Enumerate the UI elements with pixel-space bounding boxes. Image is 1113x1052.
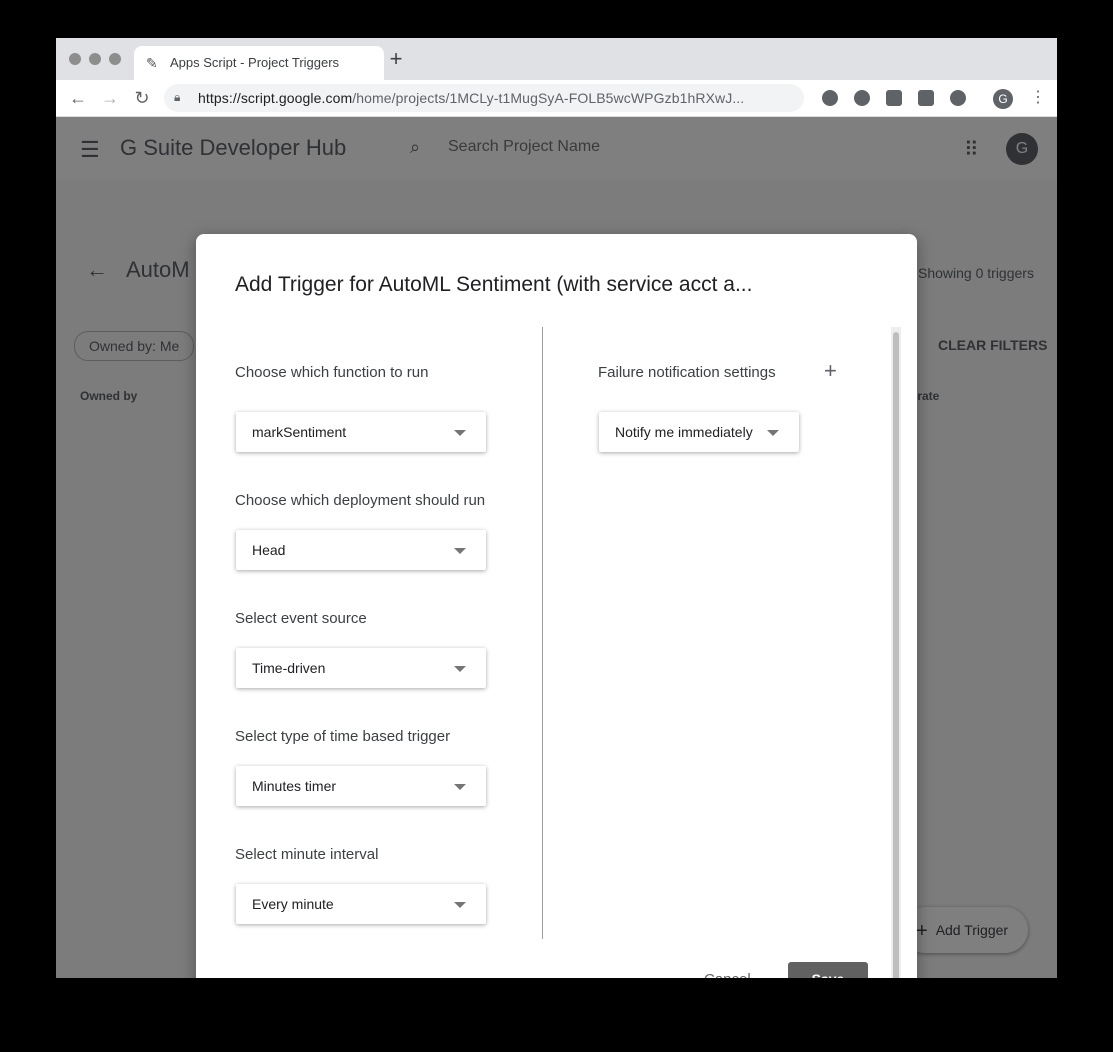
lock-icon: 🔒︎	[174, 90, 181, 104]
profile-avatar[interactable]: G	[993, 89, 1013, 109]
event-source-label: Select event source	[235, 610, 367, 627]
time-trigger-type-select[interactable]: Minutes timer	[236, 766, 486, 806]
tab-strip: ✎ Apps Script - Project Triggers +	[56, 38, 1057, 80]
reload-icon[interactable]: ↻	[130, 87, 154, 109]
caret-down-icon	[767, 430, 779, 436]
column-divider	[542, 327, 543, 939]
back-icon[interactable]: ←	[66, 87, 90, 109]
deployment-label: Choose which deployment should run	[235, 492, 486, 509]
deployment-select-value: Head	[252, 542, 286, 558]
url-text: https://script.google.com/home/projects/…	[198, 90, 745, 106]
tab-title: Apps Script - Project Triggers	[170, 55, 340, 70]
minute-interval-select[interactable]: Every minute	[236, 884, 486, 924]
cancel-button[interactable]: Cancel	[694, 962, 761, 978]
time-trigger-type-select-value: Minutes timer	[252, 778, 337, 794]
plus-icon[interactable]: +	[824, 358, 837, 384]
caret-down-icon	[454, 784, 466, 790]
failure-notification-select-value: Notify me immediately	[615, 424, 753, 440]
forward-icon[interactable]: →	[98, 87, 122, 109]
caret-down-icon	[454, 666, 466, 672]
extension-icon[interactable]	[918, 90, 934, 106]
function-label: Choose which function to run	[235, 364, 429, 381]
minute-interval-label: Select minute interval	[235, 846, 379, 863]
deployment-select[interactable]: Head	[236, 530, 486, 570]
caret-down-icon	[454, 430, 466, 436]
function-select-value: markSentiment	[252, 424, 347, 440]
minute-interval-select-value: Every minute	[252, 896, 334, 912]
event-source-select[interactable]: Time-driven	[236, 648, 486, 688]
close-window-button[interactable]	[69, 53, 81, 65]
dialog-title: Add Trigger for AutoML Sentiment (with s…	[235, 273, 753, 296]
save-button[interactable]: Save	[788, 962, 868, 978]
time-trigger-type-label: Select type of time based trigger	[235, 728, 451, 745]
minimize-window-button[interactable]	[89, 53, 101, 65]
scrollbar-thumb[interactable]	[893, 332, 899, 978]
page: ☰ G Suite Developer Hub ⌕ ⠿ G ← AutoM Sh…	[56, 117, 1057, 978]
caret-down-icon	[454, 548, 466, 554]
browser-tab[interactable]: ✎ Apps Script - Project Triggers	[134, 46, 384, 80]
zoom-window-button[interactable]	[109, 53, 121, 65]
shield-extension-icon[interactable]	[854, 90, 870, 106]
add-trigger-dialog: Add Trigger for AutoML Sentiment (with s…	[196, 234, 917, 978]
extension-icon[interactable]	[886, 90, 902, 106]
failure-notification-label: Failure notification settings	[598, 364, 776, 381]
function-select[interactable]: markSentiment	[236, 412, 486, 452]
caret-down-icon	[454, 902, 466, 908]
browser-window: ✎ Apps Script - Project Triggers + ← → ↻…	[56, 38, 1057, 978]
apps-script-favicon-icon: ✎	[146, 55, 158, 71]
gear-extension-icon[interactable]	[950, 90, 966, 106]
extension-icon[interactable]	[822, 90, 838, 106]
new-tab-button[interactable]: +	[386, 48, 406, 70]
more-vert-icon[interactable]: ⋮	[1030, 87, 1046, 107]
failure-notification-select[interactable]: Notify me immediately	[599, 412, 799, 452]
event-source-select-value: Time-driven	[252, 660, 326, 676]
browser-toolbar: ← → ↻ 🔒︎ https://script.google.com/home/…	[56, 80, 1057, 117]
address-bar[interactable]: 🔒︎ https://script.google.com/home/projec…	[164, 84, 902, 112]
